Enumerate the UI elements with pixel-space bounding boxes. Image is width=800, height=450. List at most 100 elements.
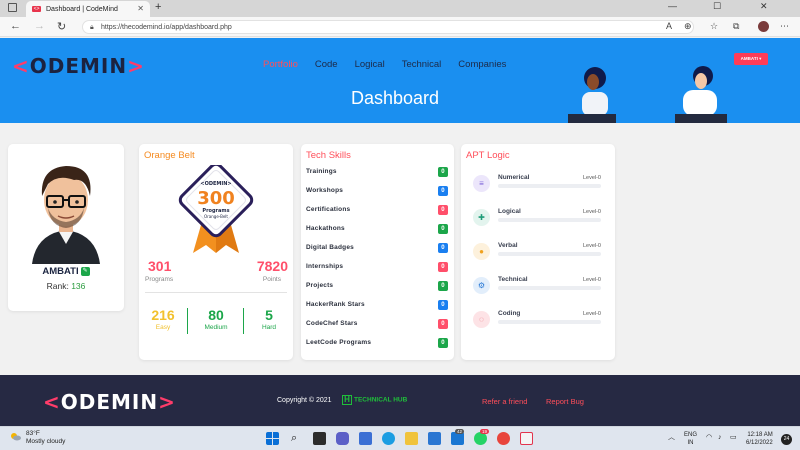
easy-count: 216	[151, 307, 175, 323]
url-text: https://thecodemind.io/app/dashboard.php	[101, 24, 232, 31]
programs-count: 301	[148, 258, 172, 274]
site-header: <ODEMIN> Portfolio Code Logical Technica…	[0, 38, 800, 123]
codemind-logo[interactable]: <ODEMIN>	[12, 54, 145, 78]
medium-hard-separator	[243, 308, 244, 334]
count-badge: 0	[438, 281, 448, 291]
maximize-icon[interactable]: ☐	[713, 1, 721, 12]
tab-actions-icon[interactable]	[8, 3, 17, 12]
user-menu-button[interactable]: AMBATI ▾	[734, 53, 768, 65]
skill-row-internships[interactable]: Internships 0	[306, 261, 448, 273]
close-window-icon[interactable]: ✕	[760, 1, 768, 12]
read-aloud-icon[interactable]: A	[666, 21, 672, 31]
skill-row-codechef-stars[interactable]: CodeChef Stars 0	[306, 318, 448, 330]
windows-taskbar: 83°F Mostly cloudy ⌕ 42 19 ︿ ENG IN ◠ ♪ ▭ …	[0, 426, 800, 450]
apt-row-logical[interactable]: ✚ Logical Level-0	[473, 207, 601, 231]
nav-logical[interactable]: Logical	[355, 59, 385, 70]
programs-label: Programs	[145, 276, 174, 283]
lock-icon: 🔒︎	[90, 24, 94, 31]
wifi-icon[interactable]: ◠	[706, 434, 712, 442]
battery-icon[interactable]: ▭	[730, 434, 737, 442]
notification-count[interactable]: 24	[781, 434, 792, 445]
nav-portfolio[interactable]: Portfolio	[263, 59, 298, 70]
tab-title: Dashboard | CodeMind	[46, 5, 118, 13]
count-badge: 0	[438, 338, 448, 348]
footer-logo[interactable]: <ODEMIN>	[43, 390, 176, 414]
collections-icon[interactable]: ⧉	[733, 21, 739, 32]
nav-companies[interactable]: Companies	[458, 59, 506, 70]
edit-profile-icon[interactable]: ✎	[80, 266, 90, 276]
store-icon[interactable]	[428, 432, 441, 445]
skill-row-digital-badges[interactable]: Digital Badges 0	[306, 242, 448, 254]
show-hidden-icons[interactable]: ︿	[668, 434, 675, 442]
windows-start-icon[interactable]	[266, 432, 279, 445]
refresh-icon[interactable]: ↻	[57, 20, 66, 33]
photos-icon[interactable]	[520, 432, 533, 445]
apt-row-numerical[interactable]: ≡ Numerical Level-0	[473, 173, 601, 197]
search-icon[interactable]: ⌕	[291, 432, 304, 445]
skill-row-certifications[interactable]: Certifications 0	[306, 204, 448, 216]
skill-row-leetcode-programs[interactable]: LeetCode Programs 0	[306, 337, 448, 349]
widgets-icon[interactable]	[359, 432, 372, 445]
count-badge: 0	[438, 300, 448, 310]
forward-arrow-icon[interactable]: →	[34, 20, 45, 32]
browser-tab[interactable]: <> Dashboard | CodeMind ✕	[26, 1, 150, 17]
more-menu-icon[interactable]: ⋯	[780, 21, 789, 32]
copyright-text: Copyright © 2021	[277, 397, 332, 404]
apt-row-technical[interactable]: ⚙ Technical Level-0	[473, 275, 601, 299]
skill-row-projects[interactable]: Projects 0	[306, 280, 448, 292]
skill-row-hackathons[interactable]: Hackathons 0	[306, 223, 448, 235]
points-count: 7820	[256, 258, 288, 274]
extensions-icon[interactable]: ⊕	[684, 21, 692, 32]
badge-logo: <ODEMIN>	[200, 181, 231, 187]
list-icon: ≡	[473, 175, 490, 192]
count-badge: 0	[438, 186, 448, 196]
taskbar-badge-b: 19	[480, 429, 490, 434]
site-footer: <ODEMIN> Copyright © 2021 H TECHNICAL HUB…	[0, 375, 800, 426]
chrome-icon[interactable]	[497, 432, 510, 445]
belt-title: Orange Belt	[144, 150, 195, 161]
file-explorer-icon[interactable]	[405, 432, 418, 445]
favorites-icon[interactable]: ☆	[710, 21, 718, 32]
back-arrow-icon[interactable]: ←	[10, 20, 21, 32]
count-badge: 0	[438, 243, 448, 253]
task-view-icon[interactable]	[313, 432, 326, 445]
language-indicator[interactable]: ENG IN	[684, 431, 697, 447]
url-field[interactable]: 🔒︎ https://thecodemind.io/app/dashboard.…	[82, 20, 694, 34]
progress-bar	[498, 252, 601, 256]
tech-skills-card: Tech Skills Trainings 0 Workshops 0 Certif…	[301, 144, 454, 360]
browser-profile-avatar[interactable]	[758, 21, 769, 32]
technical-hub-logo[interactable]: H TECHNICAL HUB	[342, 395, 407, 405]
hard-count: 5	[265, 307, 273, 323]
skill-row-workshops[interactable]: Workshops 0	[306, 185, 448, 197]
profile-name: AMBATI ✎	[42, 266, 90, 277]
count-badge: 0	[438, 224, 448, 234]
apt-row-verbal[interactable]: ● Verbal Level-0	[473, 241, 601, 265]
skill-row-hackerrank-stars[interactable]: HackerRank Stars 0	[306, 299, 448, 311]
tab-close-icon[interactable]: ✕	[137, 4, 144, 13]
chat-icon: ●	[473, 243, 490, 260]
report-bug-link[interactable]: Report Bug	[546, 397, 584, 406]
progress-bar	[498, 184, 601, 188]
teams-chat-icon[interactable]	[336, 432, 349, 445]
apt-logic-title: APT Logic	[466, 150, 510, 161]
apt-logic-card: APT Logic ≡ Numerical Level-0 ✚ Logical …	[461, 144, 615, 360]
refer-friend-link[interactable]: Refer a friend	[482, 397, 527, 406]
progress-bar	[498, 320, 601, 324]
woman-at-laptop-illustration	[568, 67, 616, 123]
edge-browser-icon[interactable]	[382, 432, 395, 445]
orange-belt-badge: <ODEMIN> 300 Programs Orange-Belt	[178, 165, 254, 253]
volume-icon[interactable]: ♪	[718, 434, 722, 442]
new-tab-button[interactable]: +	[155, 1, 161, 13]
nav-technical[interactable]: Technical	[402, 59, 442, 70]
partly-cloudy-icon	[11, 433, 21, 441]
clock[interactable]: 12:18 AM 6/12/2022	[746, 431, 773, 447]
belt-divider	[145, 292, 287, 293]
minimize-icon[interactable]: —	[668, 1, 677, 11]
hard-label: Hard	[261, 324, 277, 331]
main-nav: Portfolio Code Logical Technical Compani…	[263, 59, 506, 70]
puzzle-icon: ✚	[473, 209, 490, 226]
skill-row-trainings[interactable]: Trainings 0	[306, 166, 448, 178]
nav-code[interactable]: Code	[315, 59, 338, 70]
apt-row-coding[interactable]: ◌ Coding Level-0	[473, 309, 601, 333]
taskbar-badge-a: 42	[455, 429, 465, 434]
